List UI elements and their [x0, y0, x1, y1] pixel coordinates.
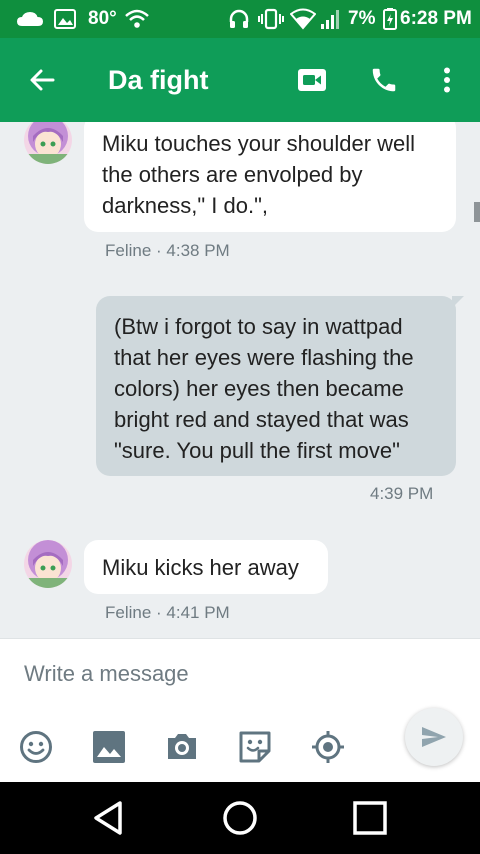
- wifi-notification-icon: [124, 0, 150, 38]
- more-vert-icon[interactable]: [432, 38, 462, 122]
- message-meta: Feline · 4:38 PM: [105, 241, 230, 260]
- nav-recents-icon[interactable]: [340, 782, 400, 854]
- message-text: (Btw i forgot to say in wattpad that her…: [114, 314, 414, 463]
- message-bubble-outgoing[interactable]: (Btw i forgot to say in wattpad that her…: [96, 296, 456, 476]
- phone-icon[interactable]: [364, 38, 404, 122]
- headset-icon: [228, 0, 250, 38]
- message-bubble-incoming[interactable]: Miku kicks her away: [84, 540, 328, 594]
- message-meta: 4:39 PM: [370, 484, 434, 503]
- clock-text: 6:28 PM: [400, 8, 472, 29]
- bubble-tail: [452, 296, 464, 308]
- send-icon: [422, 727, 446, 747]
- nav-home-icon[interactable]: [210, 782, 270, 854]
- back-arrow-icon[interactable]: [22, 38, 62, 122]
- location-icon[interactable]: [310, 729, 346, 765]
- system-nav-bar: [0, 782, 480, 854]
- message-meta: Feline · 4:41 PM: [105, 603, 230, 622]
- status-bar: 80° 7% 6:28 PM: [0, 0, 480, 38]
- temperature-text: 80°: [88, 8, 117, 29]
- avatar[interactable]: [24, 122, 72, 164]
- sticker-icon[interactable]: [237, 729, 273, 765]
- gallery-notification-icon: [54, 0, 76, 38]
- send-button[interactable]: [405, 708, 463, 766]
- message-input[interactable]: Write a message: [24, 661, 189, 687]
- cell-signal-icon: [320, 0, 342, 38]
- battery-icon: [383, 0, 397, 38]
- message-text: Miku kicks her away: [102, 555, 299, 580]
- video-call-icon[interactable]: [292, 38, 332, 122]
- scrollbar-thumb[interactable]: [474, 202, 480, 222]
- camera-icon[interactable]: [164, 729, 200, 765]
- message-text: Miku touches your shoulder well the othe…: [102, 131, 416, 218]
- cloud-icon: [16, 0, 44, 38]
- image-icon[interactable]: [91, 729, 127, 765]
- conversation-title: Da fight: [108, 64, 209, 95]
- app-bar: Da fight: [0, 38, 480, 122]
- nav-back-icon[interactable]: [78, 782, 138, 854]
- avatar[interactable]: [24, 540, 72, 588]
- vibrate-icon: [258, 0, 284, 38]
- composer: Write a message: [0, 638, 480, 782]
- battery-percent-text: 7%: [348, 8, 376, 29]
- message-bubble-incoming[interactable]: Miku touches your shoulder well the othe…: [84, 122, 456, 232]
- emoji-icon[interactable]: [18, 729, 54, 765]
- wifi-signal-icon: [290, 0, 316, 38]
- message-list[interactable]: Miku touches your shoulder well the othe…: [0, 122, 480, 638]
